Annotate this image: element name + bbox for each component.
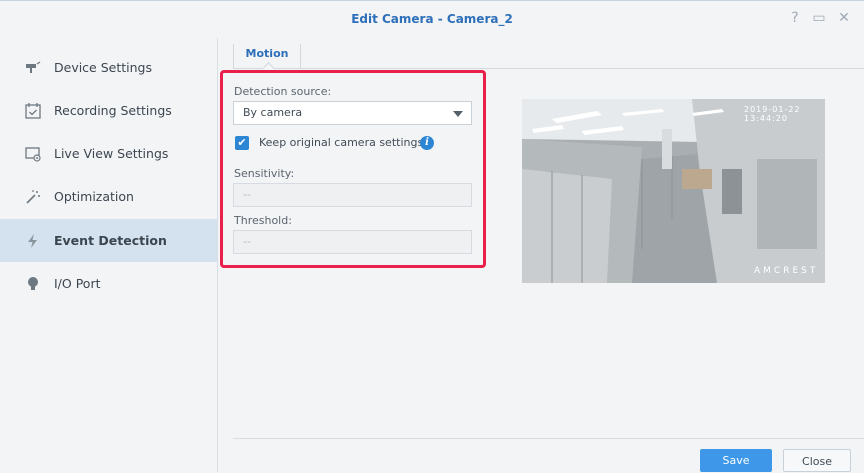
settings-sidebar: Device Settings Recording Settings Live …: [0, 38, 218, 472]
sidebar-item-label: Optimization: [54, 189, 134, 204]
sidebar-item-label: Live View Settings: [54, 146, 169, 161]
close-icon[interactable]: ✕: [836, 10, 852, 26]
monitor-icon: [24, 145, 42, 163]
tab-label: Motion: [245, 47, 289, 60]
sidebar-item-label: I/O Port: [54, 276, 101, 291]
sidebar-item-event-detection[interactable]: Event Detection: [0, 219, 217, 262]
sidebar-item-recording-settings[interactable]: Recording Settings: [0, 89, 217, 132]
sidebar-item-label: Recording Settings: [54, 103, 172, 118]
sidebar-item-io-port[interactable]: I/O Port: [0, 262, 217, 305]
camera-mount-icon: [24, 59, 42, 77]
sidebar-item-label: Device Settings: [54, 60, 152, 75]
tab-motion[interactable]: Motion: [233, 44, 301, 75]
calendar-check-icon: [24, 102, 42, 120]
sidebar-item-device-settings[interactable]: Device Settings: [0, 46, 217, 89]
maximize-icon[interactable]: ▭: [811, 10, 827, 26]
office-snapshot-image: [522, 99, 825, 283]
lightning-icon: [24, 232, 42, 250]
highlight-box: [220, 70, 486, 268]
footer-divider: [233, 438, 864, 439]
sidebar-item-label: Event Detection: [54, 233, 167, 248]
sidebar-item-live-view-settings[interactable]: Live View Settings: [0, 132, 217, 175]
sidebar-item-optimization[interactable]: Optimization: [0, 175, 217, 218]
save-button[interactable]: Save: [700, 449, 772, 472]
camera-preview: 2019-01-22 13:44:20 AMCREST: [522, 99, 825, 283]
bulb-icon: [24, 275, 42, 293]
help-icon[interactable]: ?: [787, 10, 803, 26]
window-titlebar: Edit Camera - Camera_2 ? ▭ ✕: [0, 0, 864, 38]
tab-bar: Motion: [233, 44, 864, 75]
preview-timestamp: 2019-01-22 13:44:20: [744, 105, 801, 123]
close-button[interactable]: Close: [783, 449, 851, 472]
window-title: Edit Camera - Camera_2: [351, 12, 513, 26]
preview-watermark: AMCREST: [754, 266, 819, 276]
magic-wand-icon: [24, 188, 42, 206]
